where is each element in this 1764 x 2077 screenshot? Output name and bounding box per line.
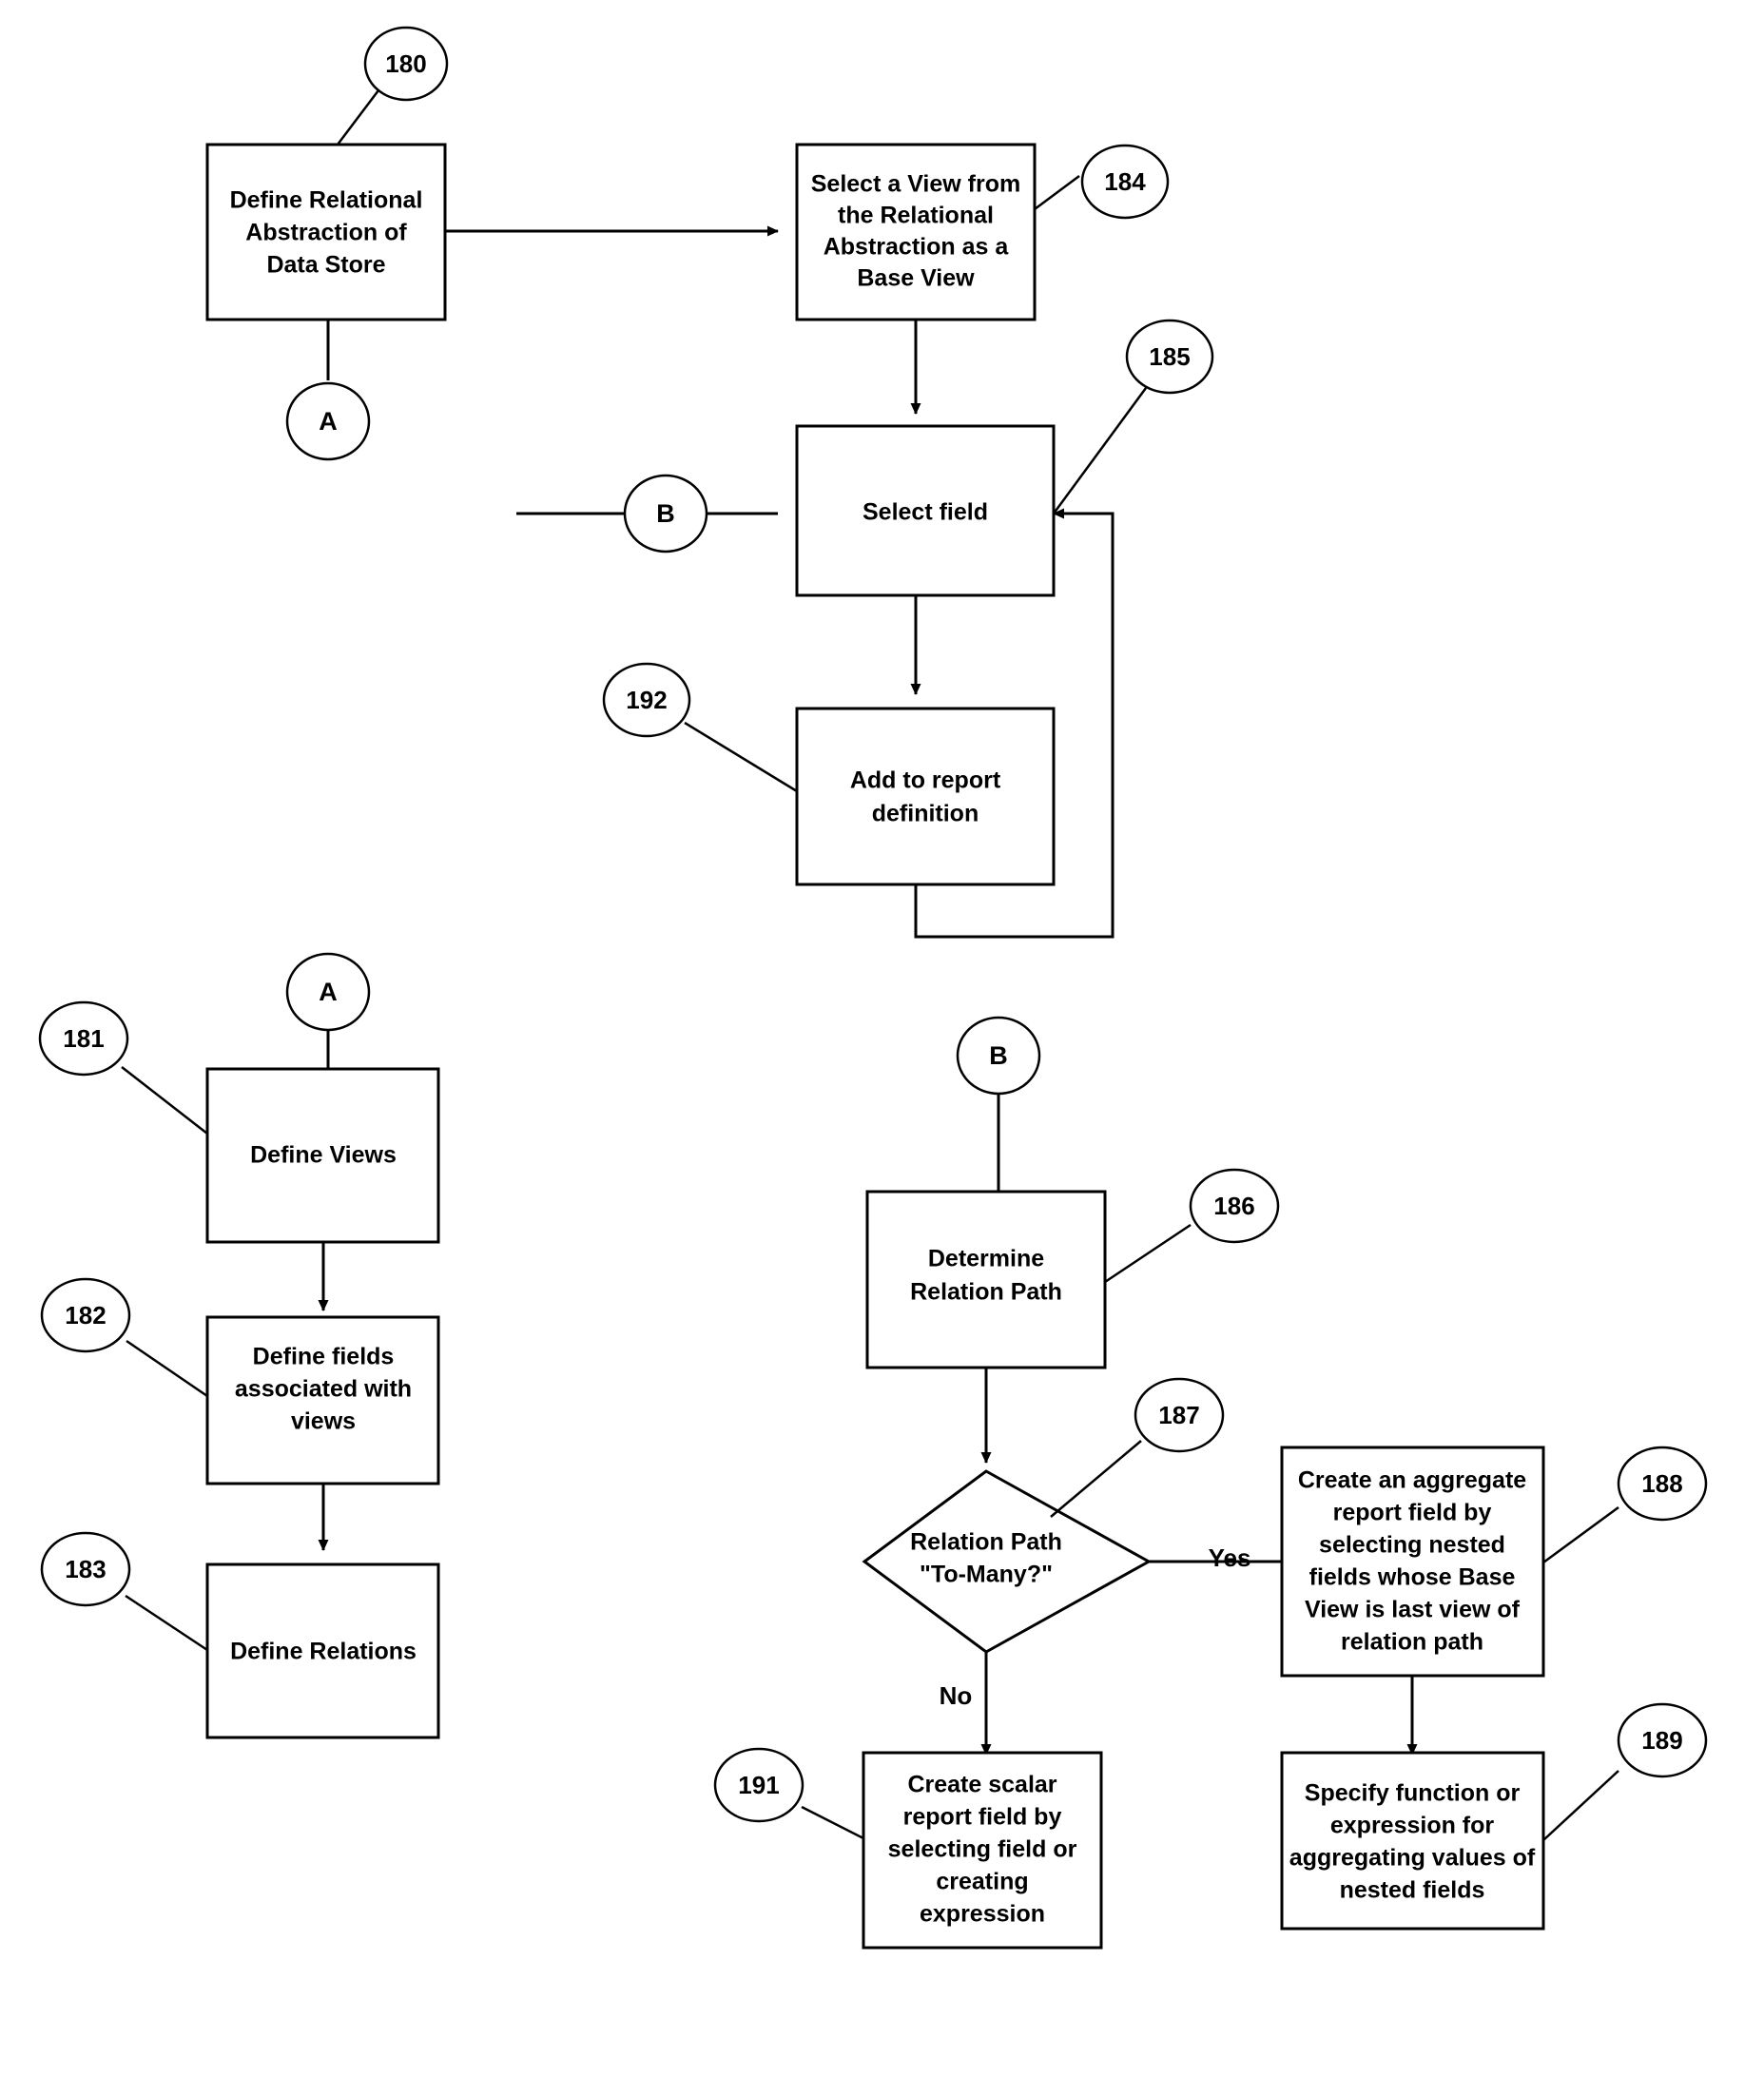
- node-188-label-line-3: fields whose Base: [1309, 1564, 1516, 1591]
- leader-180: [337, 89, 379, 146]
- node-191-label-line-2: selecting field or: [888, 1836, 1077, 1863]
- ref-187-label: 187: [1158, 1401, 1199, 1429]
- node-182-label-line-0: Define fields: [253, 1344, 395, 1370]
- connector-a-entry-label: A: [319, 978, 338, 1006]
- leader-189: [1542, 1770, 1619, 1841]
- node-186-label-line-1: Relation Path: [910, 1279, 1062, 1306]
- edge-label-yes: Yes: [1209, 1543, 1251, 1572]
- node-184-label-line-0: Select a View from: [811, 171, 1020, 198]
- node-180-label-line-1: Abstraction of: [245, 220, 407, 246]
- node-182-label-line-1: associated with: [235, 1376, 412, 1403]
- node-188-label-line-2: selecting nested: [1319, 1532, 1505, 1559]
- node-185-label-line-0: Select field: [863, 499, 988, 526]
- node-191-label-line-1: report field by: [903, 1804, 1062, 1831]
- node-184-label-line-3: Base View: [857, 265, 975, 292]
- ref-181-label: 181: [63, 1024, 104, 1053]
- node-187-label-line-1: "To-Many?": [920, 1562, 1053, 1588]
- figure-canvas: Define Relational Abstraction of Data St…: [0, 0, 1764, 2077]
- ref-192-label: 192: [626, 686, 667, 714]
- connector-a-exit-label: A: [319, 407, 338, 436]
- node-180-label-line-0: Define Relational: [230, 187, 423, 214]
- node-189-label-line-2: aggregating values of: [1289, 1845, 1536, 1872]
- edge-label-no: No: [940, 1681, 973, 1710]
- node-184-label-line-1: the Relational: [838, 203, 994, 229]
- node-188-label-line-4: View is last view of: [1305, 1597, 1521, 1623]
- node-189-label-line-1: expression for: [1330, 1813, 1495, 1839]
- ref-191-label: 191: [738, 1771, 779, 1799]
- node-187-label-line-0: Relation Path: [910, 1529, 1062, 1556]
- leader-187: [1050, 1440, 1142, 1518]
- ref-185-label: 185: [1149, 342, 1190, 371]
- node-192-box: [795, 707, 1056, 886]
- connector-b-exit-label: B: [989, 1041, 1008, 1070]
- node-188-label-line-5: relation path: [1341, 1629, 1483, 1656]
- leader-184: [1034, 174, 1080, 211]
- connector-b-entry-label: B: [656, 499, 675, 528]
- node-186-label-line-0: Determine: [928, 1246, 1044, 1272]
- leader-186: [1104, 1223, 1192, 1284]
- node-191-label-line-4: expression: [920, 1901, 1045, 1928]
- node-180-label-line-2: Data Store: [266, 252, 385, 279]
- node-184-label-line-2: Abstraction as a: [824, 234, 1010, 261]
- leader-182: [126, 1339, 208, 1398]
- node-191-label-line-0: Create scalar: [907, 1772, 1056, 1798]
- leader-191: [801, 1805, 864, 1840]
- ref-183-label: 183: [65, 1555, 106, 1583]
- node-183-label-line-0: Define Relations: [230, 1639, 417, 1665]
- leader-192: [684, 721, 798, 793]
- node-189-label-line-3: nested fields: [1340, 1877, 1485, 1904]
- ref-180-label: 180: [385, 49, 426, 78]
- node-192-label-line-1: definition: [872, 801, 979, 827]
- ref-184-label: 184: [1104, 167, 1146, 196]
- node-192-label-line-0: Add to report: [850, 767, 1001, 794]
- ref-188-label: 188: [1641, 1469, 1682, 1498]
- ref-189-label: 189: [1641, 1726, 1682, 1755]
- leader-188: [1542, 1505, 1619, 1564]
- node-188-label-line-0: Create an aggregate: [1298, 1467, 1526, 1494]
- node-189-label-line-0: Specify function or: [1305, 1780, 1521, 1807]
- leader-183: [125, 1594, 208, 1652]
- leader-185: [1052, 387, 1148, 514]
- ref-182-label: 182: [65, 1301, 106, 1330]
- node-188-label-line-1: report field by: [1333, 1500, 1492, 1526]
- node-181-label-line-0: Define Views: [250, 1142, 397, 1169]
- ref-186-label: 186: [1213, 1192, 1254, 1220]
- node-191-label-line-3: creating: [936, 1869, 1028, 1895]
- node-182-label-line-2: views: [291, 1408, 356, 1435]
- flowchart-svg: Define Relational Abstraction of Data St…: [38, 26, 1708, 1950]
- leader-181: [121, 1066, 208, 1135]
